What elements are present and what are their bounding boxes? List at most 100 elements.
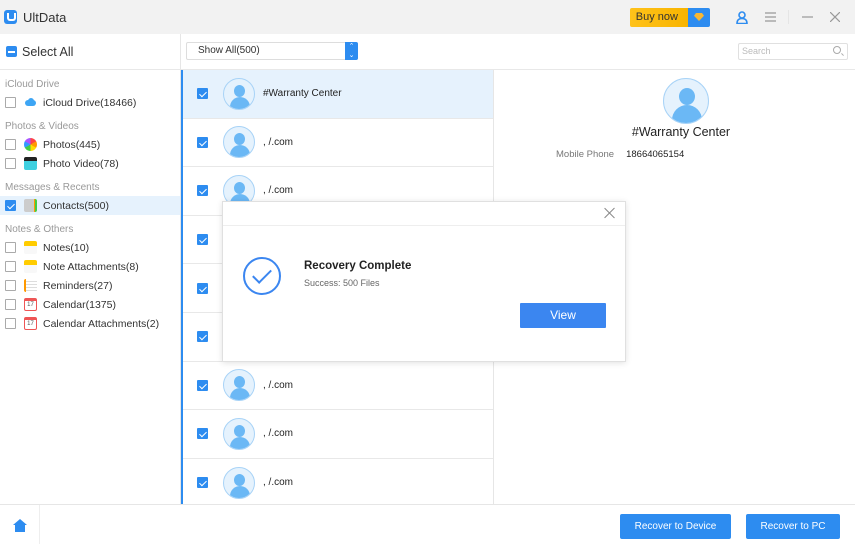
contacts-icon (24, 199, 37, 212)
partial-checkbox-icon (6, 46, 17, 57)
checkbox[interactable] (197, 331, 208, 343)
checkbox[interactable] (197, 477, 208, 489)
gem-icon-wrap (688, 7, 710, 27)
checkbox[interactable] (5, 318, 16, 329)
category-label: iCloud Drive(18466) (43, 96, 137, 109)
category-label: Photos(445) (43, 138, 101, 151)
category-photo-video[interactable]: Photo Video(78) (0, 154, 180, 173)
checkbox[interactable] (5, 158, 16, 169)
home-button[interactable] (0, 505, 40, 544)
checkbox[interactable] (5, 200, 16, 211)
reminders-icon (24, 279, 37, 292)
titlebar-divider (788, 10, 789, 24)
category-sidebar: Select All iCloud Drive iCloud Drive(184… (0, 34, 181, 504)
checkbox[interactable] (5, 97, 16, 108)
bottom-bar: Recover to Device Recover to PC (0, 504, 855, 544)
contact-name: , /.com (263, 428, 294, 440)
logo-icon (4, 10, 17, 24)
contact-row[interactable]: , /.com (183, 410, 493, 459)
category-calendar-attachments[interactable]: 17 Calendar Attachments(2) (0, 314, 180, 333)
group-label-icloud: iCloud Drive (5, 79, 60, 90)
video-icon (24, 157, 37, 170)
avatar-icon (223, 77, 255, 110)
checkbox[interactable] (197, 282, 208, 294)
contact-row[interactable]: , /.com (183, 361, 493, 411)
checkbox[interactable] (5, 242, 16, 253)
checkbox[interactable] (5, 280, 16, 291)
contact-name: , /.com (263, 379, 294, 391)
avatar-icon (223, 466, 255, 499)
checkbox[interactable] (197, 88, 208, 100)
dialog-subtitle: Success: 500 Files (304, 278, 380, 288)
avatar-icon (223, 369, 255, 402)
check-circle-icon (243, 257, 281, 295)
filter-value: Show All(500) (198, 45, 260, 56)
contact-name: , /.com (263, 185, 294, 197)
ultdata-window: UltData Buy now Select All iCloud Drive … (0, 0, 855, 544)
notes-icon (24, 241, 37, 254)
field-label: Mobile Phone (556, 149, 615, 160)
calendar-icon: 17 (24, 317, 37, 330)
category-contacts[interactable]: Contacts(500) (0, 196, 180, 215)
group-label-notes: Notes & Others (5, 224, 74, 235)
category-notes[interactable]: Notes(10) (0, 238, 180, 257)
recovery-complete-dialog: Recovery Complete Success: 500 Files Vie… (222, 201, 626, 362)
contact-name: , /.com (263, 136, 294, 148)
contact-name: #Warranty Center (263, 88, 342, 100)
category-label: Contacts(500) (43, 199, 109, 212)
group-label-messages: Messages & Recents (5, 182, 100, 193)
category-reminders[interactable]: Reminders(27) (0, 276, 180, 295)
menu-icon[interactable] (756, 0, 784, 34)
category-note-attachments[interactable]: Note Attachments(8) (0, 257, 180, 276)
app-title: UltData (23, 9, 67, 25)
search-icon[interactable] (833, 46, 841, 54)
chevron-updown-icon[interactable]: ⌃ ⌄ (345, 42, 358, 60)
icloud-icon (24, 96, 37, 109)
close-icon[interactable] (603, 206, 617, 220)
recover-to-device-button[interactable]: Recover to Device (620, 514, 731, 539)
contact-row[interactable]: , /.com (183, 118, 493, 168)
contact-name: , /.com (263, 477, 294, 489)
checkbox[interactable] (5, 261, 16, 272)
minimize-icon[interactable] (793, 0, 821, 34)
contact-row[interactable]: #Warranty Center (183, 70, 493, 119)
buy-now-label: Buy now (629, 7, 688, 27)
photos-icon (24, 138, 37, 151)
checkbox[interactable] (197, 234, 208, 246)
dialog-header (223, 202, 625, 226)
avatar-icon (223, 126, 255, 159)
category-label: Notes(10) (43, 241, 90, 254)
title-bar: UltData Buy now (0, 0, 855, 34)
buy-now-button[interactable]: Buy now (629, 7, 710, 27)
category-photos[interactable]: Photos(445) (0, 135, 180, 154)
checkbox[interactable] (197, 136, 208, 148)
dialog-title: Recovery Complete (304, 260, 412, 272)
search-placeholder: Search (742, 46, 771, 56)
filter-select[interactable]: Show All(500) ⌃ ⌄ (186, 42, 358, 60)
user-icon[interactable] (728, 0, 756, 34)
category-label: Calendar Attachments(2) (43, 317, 160, 330)
category-label: Reminders(27) (43, 279, 113, 292)
checkbox[interactable] (197, 185, 208, 197)
notes-icon (24, 260, 37, 273)
recover-to-pc-button[interactable]: Recover to PC (746, 514, 840, 539)
category-calendar[interactable]: 17 Calendar(1375) (0, 295, 180, 314)
checkbox[interactable] (5, 139, 16, 150)
home-icon (12, 518, 27, 532)
calendar-icon: 17 (24, 298, 37, 311)
checkbox[interactable] (197, 379, 208, 391)
view-button[interactable]: View (520, 303, 606, 328)
gem-icon (694, 13, 704, 21)
category-label: Calendar(1375) (43, 298, 116, 311)
category-label: Photo Video(78) (43, 157, 119, 170)
search-input[interactable]: Search (738, 43, 848, 60)
select-all-checkbox[interactable]: Select All (0, 34, 180, 70)
category-label: Note Attachments(8) (43, 260, 139, 273)
contact-row[interactable]: , /.com (183, 458, 493, 504)
field-value: 18664065154 (626, 149, 685, 160)
select-all-label: Select All (22, 44, 74, 59)
checkbox[interactable] (197, 428, 208, 440)
category-icloud-drive[interactable]: iCloud Drive(18466) (0, 93, 180, 112)
close-icon[interactable] (821, 0, 849, 34)
checkbox[interactable] (5, 299, 16, 310)
